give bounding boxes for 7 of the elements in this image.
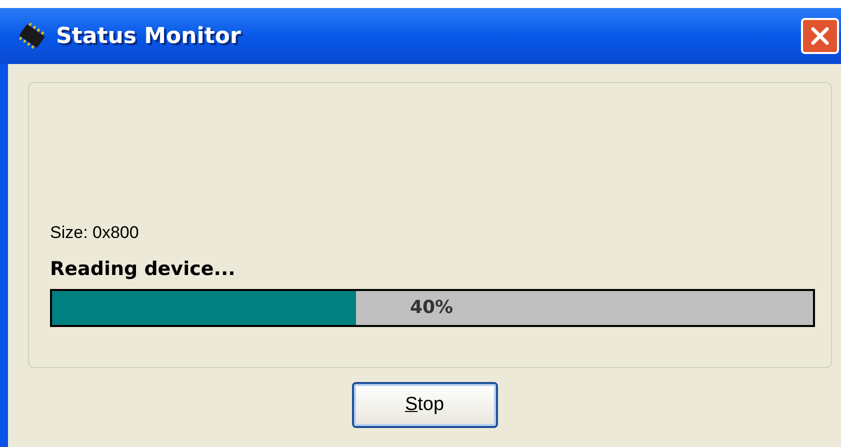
size-label: Size: 0x800 bbox=[50, 223, 140, 243]
close-icon bbox=[810, 26, 830, 46]
window-title: Status Monitor bbox=[56, 22, 241, 50]
status-label: Reading device... bbox=[50, 257, 236, 281]
close-button[interactable] bbox=[801, 18, 839, 54]
stop-button[interactable]: Stop bbox=[352, 382, 498, 428]
progress-percent: 40% bbox=[410, 297, 454, 319]
